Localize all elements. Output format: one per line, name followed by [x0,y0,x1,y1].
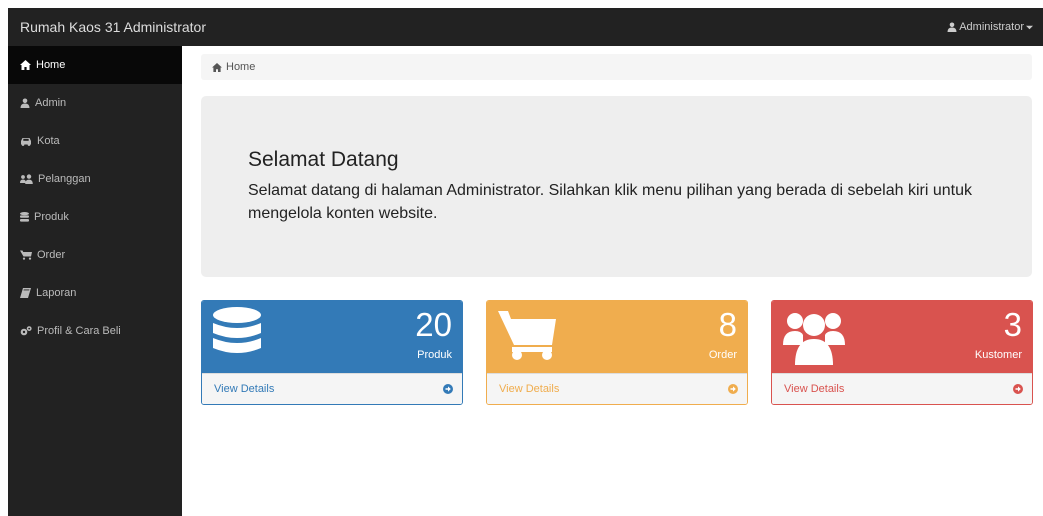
home-icon [212,62,222,72]
sidebar-item-produk[interactable]: Produk [8,198,182,236]
sidebar-item-home[interactable]: Home [8,46,182,84]
database-icon [213,307,261,366]
users-icon [783,307,845,370]
view-details-link[interactable]: View Details [487,373,747,404]
sidebar-item-pelanggan[interactable]: Pelanggan [8,160,182,198]
sidebar-item-order[interactable]: Order [8,236,182,274]
welcome-text: Selamat datang di halaman Administrator.… [248,182,972,222]
view-details-label: View Details [214,383,275,395]
sidebar-item-kota[interactable]: Kota [8,122,182,160]
user-menu-label: Administrator [959,21,1024,33]
panel-heading: 20 Produk [202,301,462,373]
top-navbar: Rumah Kaos 31 Administrator Administrato… [8,8,1043,46]
produk-label: Produk [417,349,452,361]
breadcrumb: Home [201,54,1032,80]
sidebar-item-label: Laporan [36,287,77,299]
welcome-title: Selamat Datang [248,148,399,171]
sidebar-item-laporan[interactable]: Laporan [8,274,182,312]
view-details-label: View Details [499,383,560,395]
welcome-jumbotron: Selamat Datang Selamat datang di halaman… [201,96,1032,277]
cart-icon [20,250,32,260]
panel-order: 8 Order View Details [486,300,748,405]
panel-heading: 8 Order [487,301,747,373]
produk-count: 20 [415,306,452,343]
book-icon [20,288,31,298]
brand-title[interactable]: Rumah Kaos 31 Administrator [20,19,206,35]
view-details-link[interactable]: View Details [202,373,462,404]
arrow-circle-right-icon [1013,384,1023,394]
sidebar-item-label: Kota [37,135,60,147]
cogs-icon [20,326,32,336]
sidebar-item-label: Admin [35,97,67,109]
sidebar: Home Admin Kota Pelanggan Produk Order L… [8,46,182,516]
user-icon [20,98,30,108]
user-icon [947,22,957,32]
user-menu[interactable]: Administrator [947,21,1033,33]
sidebar-item-admin[interactable]: Admin [8,84,182,122]
order-count: 8 [718,306,737,343]
database-icon [20,212,29,222]
caret-down-icon [1026,25,1033,29]
kustomer-label: Kustomer [974,349,1022,361]
order-label: Order [708,349,737,361]
panel-kustomer: 3 Kustomer View Details [771,300,1033,405]
arrow-circle-right-icon [443,384,453,394]
app-window: Rumah Kaos 31 Administrator Administrato… [8,8,1043,516]
breadcrumb-home[interactable]: Home [226,61,255,73]
sidebar-item-label: Produk [34,211,69,223]
arrow-circle-right-icon [728,384,738,394]
sidebar-item-label: Home [36,59,66,71]
home-icon [20,60,31,70]
users-icon [20,174,33,184]
kustomer-count: 3 [1003,306,1022,343]
cart-icon [498,307,556,368]
sidebar-item-label: Pelanggan [38,173,91,185]
sidebar-item-label: Order [37,249,66,261]
panel-produk: 20 Produk View Details [201,300,463,405]
view-details-link[interactable]: View Details [772,373,1032,404]
sidebar-item-label: Profil & Cara Beli [37,325,121,337]
panel-heading: 3 Kustomer [772,301,1032,373]
car-icon [21,137,31,146]
sidebar-item-profil[interactable]: Profil & Cara Beli [8,312,182,350]
view-details-label: View Details [784,383,845,395]
